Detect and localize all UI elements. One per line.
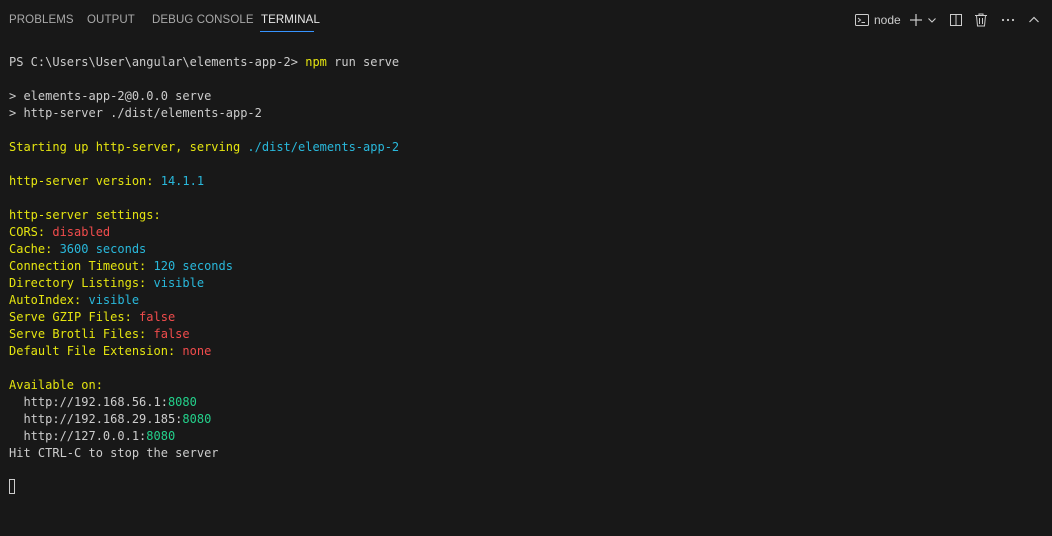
address-port: 8080	[146, 429, 176, 443]
setting-row: Directory Listings: visible	[9, 275, 204, 292]
setting-value: false	[139, 310, 176, 324]
available-header: Available on:	[9, 378, 103, 392]
tab-output[interactable]: OUTPUT	[87, 14, 135, 26]
npm-script-line: > http-server ./dist/elements-app-2	[9, 106, 262, 120]
setting-value: 120 seconds	[153, 259, 233, 273]
setting-row: Cache: 3600 seconds	[9, 241, 146, 258]
setting-row: Serve GZIP Files: false	[9, 309, 175, 326]
starting-text: Starting up http-server, serving	[9, 140, 248, 154]
setting-row: Connection Timeout: 120 seconds	[9, 258, 233, 275]
shell-label[interactable]: node	[874, 13, 901, 27]
setting-row: AutoIndex: visible	[9, 292, 139, 309]
terminal-output[interactable]: PS C:\Users\User\angular\elements-app-2>…	[0, 40, 1052, 536]
setting-value: false	[153, 327, 190, 341]
setting-label: CORS:	[9, 225, 53, 239]
tab-problems[interactable]: PROBLEMS	[9, 14, 74, 26]
address-line[interactable]: http://192.168.29.185:8080	[9, 411, 211, 428]
setting-value: disabled	[52, 225, 111, 239]
panel-header: PROBLEMS OUTPUT DEBUG CONSOLE TERMINAL n…	[0, 0, 1052, 40]
trash-icon[interactable]	[972, 11, 990, 29]
plus-icon[interactable]	[907, 11, 925, 29]
address-host: http://192.168.29.185:	[9, 412, 183, 426]
address-host: http://192.168.56.1:	[9, 395, 168, 409]
address-host: http://127.0.0.1:	[9, 429, 147, 443]
prompt-args: run serve	[326, 55, 400, 69]
setting-value: visible	[153, 276, 205, 290]
version-label: http-server version:	[9, 174, 161, 188]
stop-hint: Hit CTRL-C to stop the server	[9, 446, 219, 460]
setting-label: Directory Listings:	[9, 276, 154, 290]
setting-value: visible	[88, 293, 140, 307]
setting-label: Serve GZIP Files:	[9, 310, 140, 324]
setting-value: none	[182, 344, 212, 358]
settings-header: http-server settings:	[9, 208, 168, 222]
starting-line: Starting up http-server, serving ./dist/…	[9, 139, 399, 156]
setting-row: CORS: disabled	[9, 224, 110, 241]
version-line: http-server version: 14.1.1	[9, 173, 204, 190]
setting-label: Default File Extension:	[9, 344, 183, 358]
npm-script-line: > elements-app-2@0.0.0 serve	[9, 89, 212, 103]
setting-row: Serve Brotli Files: false	[9, 326, 190, 343]
setting-label: AutoIndex:	[9, 293, 89, 307]
serve-path: ./dist/elements-app-2	[247, 140, 400, 154]
tab-debug-console[interactable]: DEBUG CONSOLE	[152, 14, 254, 26]
chevron-up-icon[interactable]	[1026, 11, 1042, 29]
tab-terminal[interactable]: TERMINAL	[261, 14, 320, 26]
address-port: 8080	[167, 395, 197, 409]
setting-value: 3600 seconds	[59, 242, 147, 256]
prompt-path: PS C:\Users\User\angular\elements-app-2>	[9, 55, 306, 69]
terminal-cursor	[9, 479, 15, 494]
address-port: 8080	[182, 412, 212, 426]
setting-label: Cache:	[9, 242, 60, 256]
chevron-down-icon[interactable]	[926, 11, 938, 29]
address-line[interactable]: http://127.0.0.1:8080	[9, 428, 175, 445]
prompt-line: PS C:\Users\User\angular\elements-app-2>…	[9, 54, 399, 71]
active-tab-indicator	[260, 31, 314, 32]
terminal-icon[interactable]	[853, 11, 871, 29]
version-value: 14.1.1	[160, 174, 205, 188]
split-icon[interactable]	[947, 11, 965, 29]
prompt-command: npm	[305, 55, 327, 69]
setting-label: Connection Timeout:	[9, 259, 154, 273]
more-icon[interactable]	[999, 11, 1017, 29]
address-line[interactable]: http://192.168.56.1:8080	[9, 394, 197, 411]
setting-row: Default File Extension: none	[9, 343, 211, 360]
setting-label: Serve Brotli Files:	[9, 327, 154, 341]
